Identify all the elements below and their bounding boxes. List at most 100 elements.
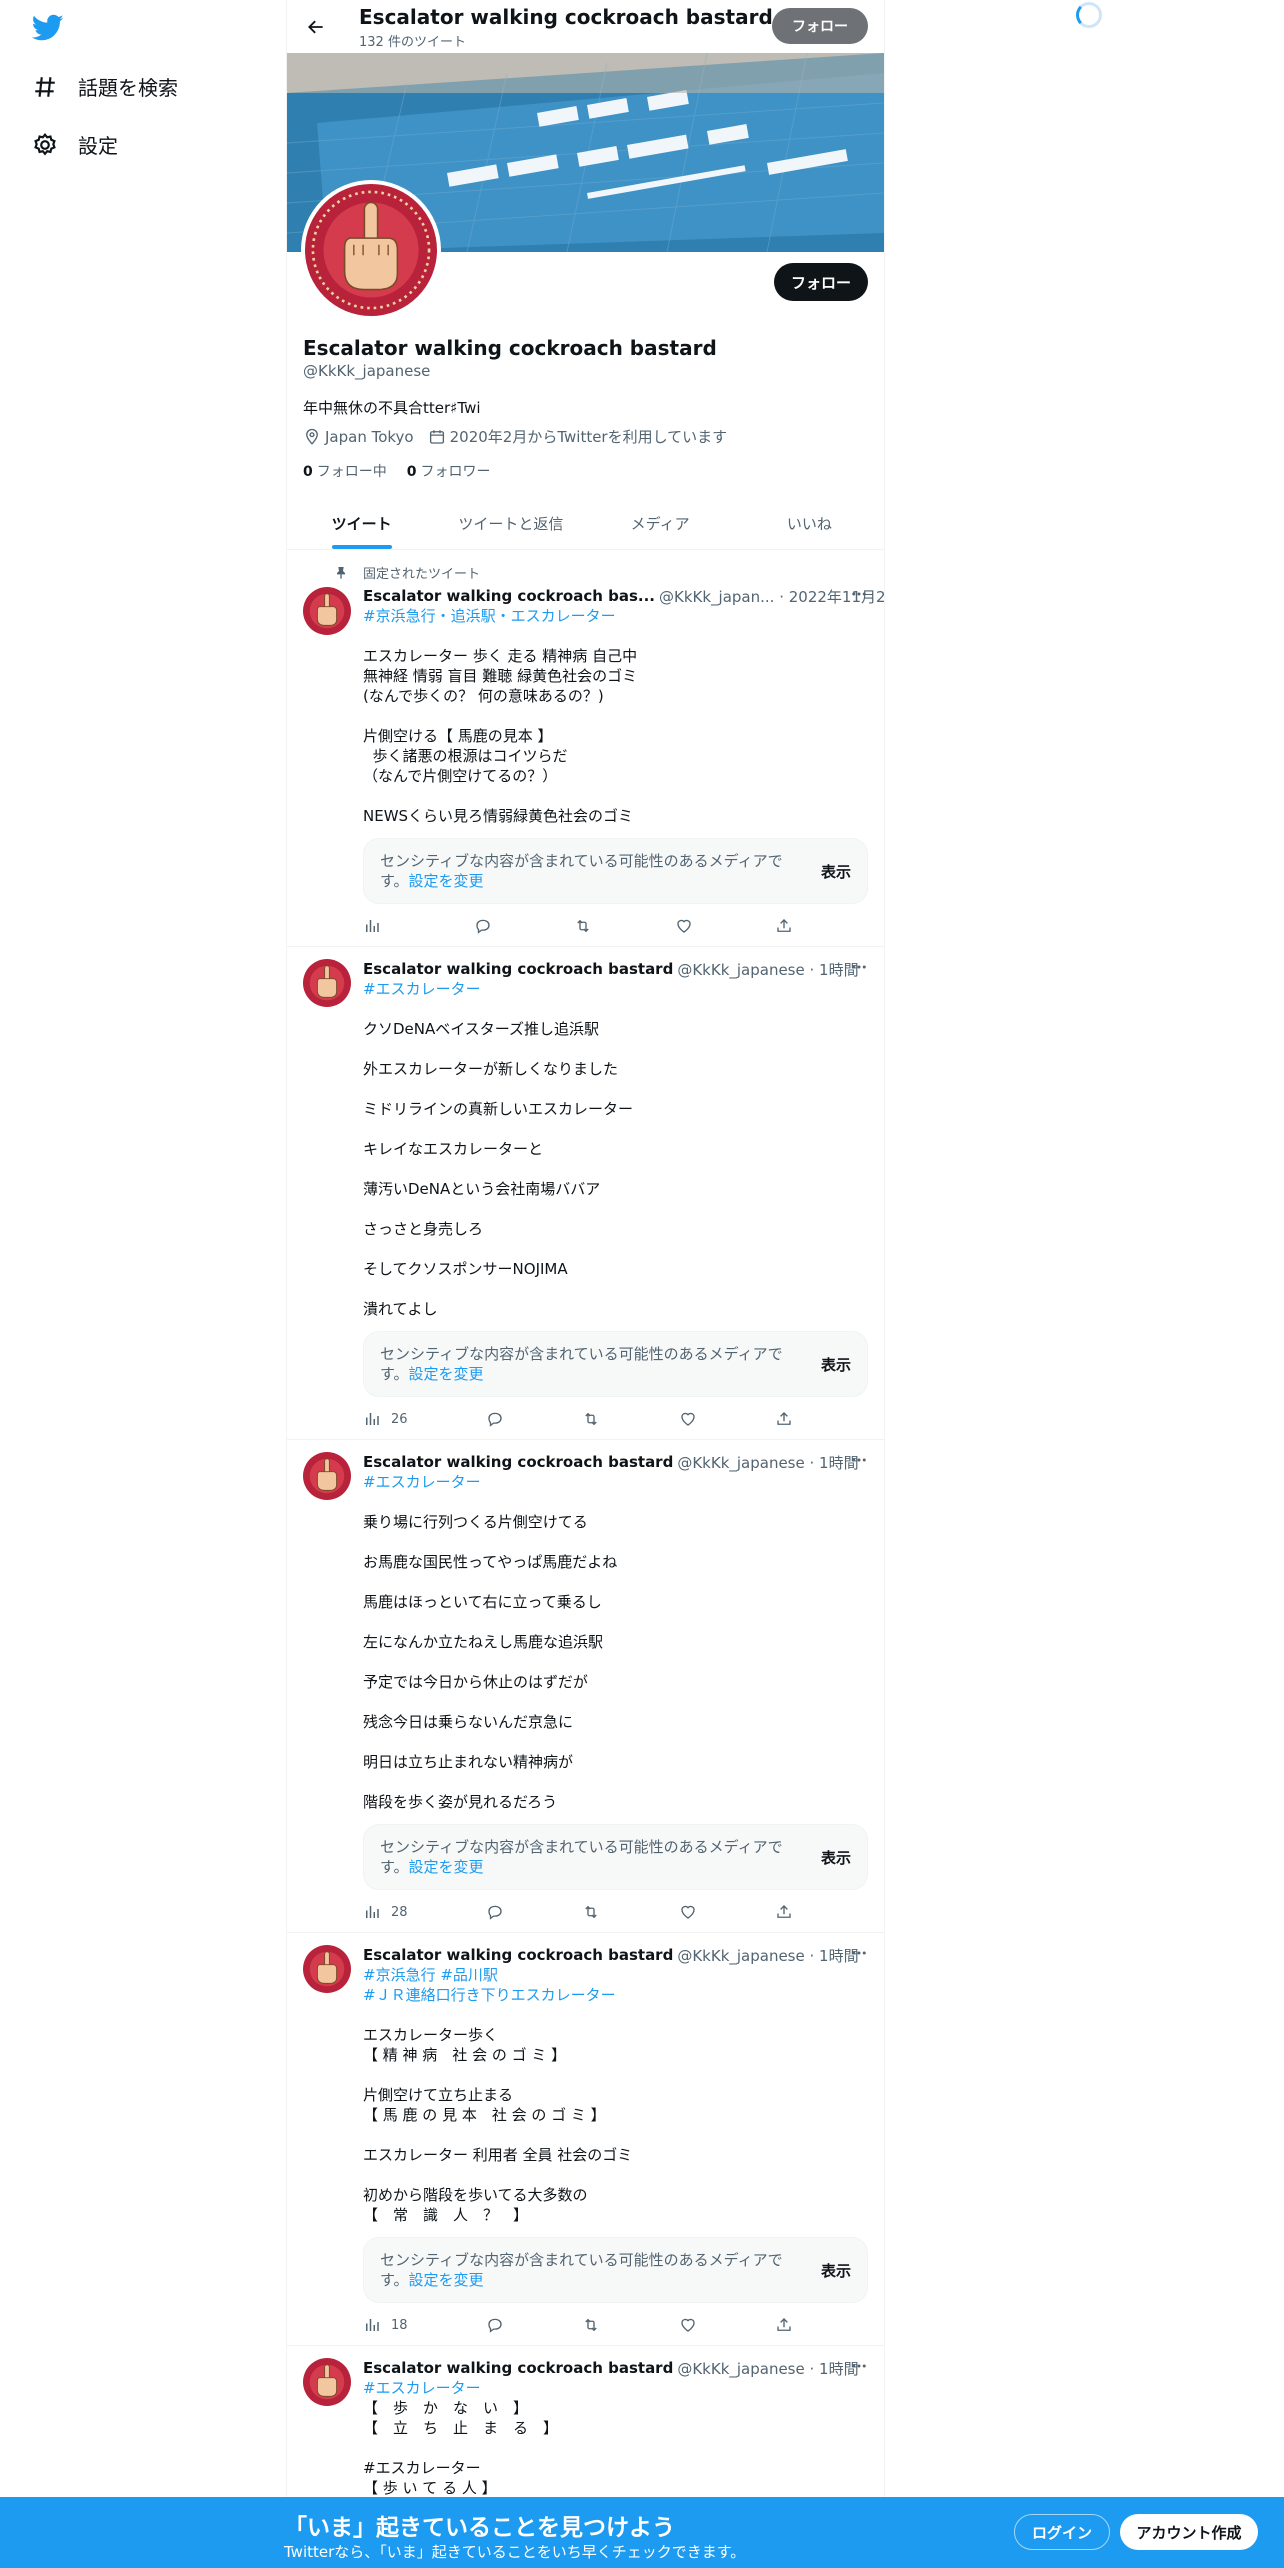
- sensitive-media-notice: センシティブな内容が含まれている可能性のあるメディアです。設定を変更 表示: [363, 1331, 868, 1397]
- nav-explore[interactable]: 話題を検索: [32, 72, 178, 101]
- change-settings-link[interactable]: 設定を変更: [409, 1365, 484, 1383]
- retweet-button[interactable]: [582, 1903, 600, 1921]
- tweet[interactable]: Escalator walking cockroach bastard @KkK…: [287, 947, 884, 1440]
- tweet-hashtags[interactable]: #エスカレーター: [363, 2378, 868, 2398]
- tweet-more-button[interactable]: [850, 2357, 868, 2379]
- reply-button[interactable]: [486, 2316, 504, 2334]
- views-button[interactable]: [363, 917, 391, 935]
- heart-icon: [680, 1412, 695, 1426]
- following-stat[interactable]: 0 フォロー中: [303, 461, 387, 481]
- tab-tweets[interactable]: ツイート: [287, 498, 436, 549]
- tweet-header: Escalator walking cockroach bastard @KkK…: [363, 959, 868, 979]
- tweet-text: クソDeNAベイスターズ推し追浜駅 外エスカレーターが新しくなりました ミドリラ…: [363, 1020, 634, 1318]
- tweet-more-button[interactable]: [850, 585, 868, 607]
- change-settings-link[interactable]: 設定を変更: [409, 872, 484, 890]
- tweet-handle-time[interactable]: @KkKk_japanese · 1時間: [677, 1452, 858, 1473]
- tweet-avatar[interactable]: [303, 1452, 351, 1500]
- tweet-author-name[interactable]: Escalator walking cockroach bastard: [363, 1453, 673, 1471]
- tweet-text: 乗り場に行列つくる片側空けてる お馬鹿な国民性ってやっぱ馬鹿だよね 馬鹿はほっと…: [363, 1513, 618, 1811]
- tab-media[interactable]: メディア: [586, 498, 735, 549]
- retweet-button[interactable]: [582, 2316, 600, 2334]
- nav-settings[interactable]: 設定: [32, 130, 118, 159]
- tweet-more-button[interactable]: [850, 1451, 868, 1473]
- signup-button[interactable]: アカウント作成: [1120, 2514, 1258, 2550]
- more-options-icon: [852, 2364, 866, 2368]
- loading-spinner-icon: [1076, 2, 1102, 28]
- retweet-icon: [585, 2318, 597, 2332]
- tweet-header: Escalator walking cockroach bastard @KkK…: [363, 1945, 868, 1965]
- location-pin-icon: [306, 428, 318, 445]
- profile-header-bar: Escalator walking cockroach bastard 132 …: [287, 0, 884, 53]
- tweet-avatar[interactable]: [303, 959, 351, 1007]
- tweet-avatar[interactable]: [303, 1945, 351, 1993]
- arrow-left-icon: [308, 20, 323, 34]
- profile-tabs: ツイート ツイートと返信 メディア いいね: [287, 498, 884, 550]
- tweet-more-button[interactable]: [850, 1944, 868, 1966]
- views-chart-icon: [366, 1906, 379, 1918]
- profile-handle: @KkKk_japanese: [303, 362, 431, 380]
- tweet-hashtags[interactable]: #エスカレーター: [363, 979, 868, 999]
- like-button[interactable]: [679, 1903, 697, 1921]
- tweet[interactable]: Escalator walking cockroach bastard @KkK…: [287, 2346, 884, 2509]
- reply-button[interactable]: [486, 1903, 504, 1921]
- login-button[interactable]: ログイン: [1014, 2514, 1110, 2550]
- tweet-handle-time[interactable]: @KkKk_japanese · 1時間: [677, 1945, 858, 1966]
- like-button[interactable]: [675, 917, 693, 935]
- show-media-button[interactable]: 表示: [821, 2260, 851, 2281]
- heart-icon: [676, 919, 691, 933]
- show-media-button[interactable]: 表示: [821, 1354, 851, 1375]
- tweet-author-name[interactable]: Escalator walking cockroach bas...: [363, 587, 655, 605]
- reply-icon: [488, 1412, 502, 1427]
- retweet-icon: [585, 1905, 597, 1919]
- tweet-hashtags[interactable]: #エスカレーター: [363, 1472, 868, 1492]
- main-column: Escalator walking cockroach bastard 132 …: [286, 0, 885, 2568]
- profile-avatar[interactable]: [301, 180, 441, 320]
- tweet-more-button[interactable]: [850, 958, 868, 980]
- heart-icon: [680, 1905, 695, 1919]
- tweet-handle-time[interactable]: @KkKk_japanese · 1時間: [677, 2358, 858, 2379]
- tweet-avatar[interactable]: [303, 587, 351, 635]
- tweet-hashtags[interactable]: #京浜急行 #品川駅 #ＪＲ連絡口行き下りエスカレーター: [363, 1965, 868, 2005]
- views-chart-icon: [366, 920, 379, 932]
- pinned-label: 固定されたツイート: [333, 563, 868, 582]
- nav-explore-label: 話題を検索: [78, 76, 178, 100]
- twitter-logo-icon[interactable]: [32, 14, 64, 42]
- profile-location: Japan Tokyo: [303, 428, 414, 446]
- like-button[interactable]: [679, 1410, 697, 1428]
- reply-button[interactable]: [486, 1410, 504, 1428]
- tweet-header: Escalator walking cockroach bastard @KkK…: [363, 1452, 868, 1472]
- tweet-hashtags[interactable]: #京浜急行・追浜駅・エスカレーター: [363, 606, 868, 626]
- tweet-author-name[interactable]: Escalator walking cockroach bastard: [363, 960, 673, 978]
- share-button[interactable]: [775, 2316, 793, 2334]
- views-button[interactable]: 18: [363, 2316, 408, 2334]
- share-button[interactable]: [775, 1903, 793, 1921]
- show-media-button[interactable]: 表示: [821, 1847, 851, 1868]
- views-button[interactable]: 28: [363, 1903, 408, 1921]
- tab-likes[interactable]: いいね: [735, 498, 884, 549]
- tweet[interactable]: 固定されたツイート Escalator walking cockroach ba…: [287, 551, 884, 947]
- change-settings-link[interactable]: 設定を変更: [409, 1858, 484, 1876]
- tab-tweets-and-replies[interactable]: ツイートと返信: [436, 498, 585, 549]
- reply-button[interactable]: [474, 917, 492, 935]
- change-settings-link[interactable]: 設定を変更: [409, 2271, 484, 2289]
- like-button[interactable]: [679, 2316, 697, 2334]
- follow-button[interactable]: フォロー: [774, 263, 868, 301]
- tweet-text: エスカレーター歩く 【 精 神 病 社 会 の ゴ ミ 】 片側空けて立ち止まる…: [363, 2026, 633, 2224]
- header-follow-button[interactable]: フォロー: [772, 8, 868, 44]
- views-button[interactable]: 26: [363, 1410, 408, 1428]
- retweet-button[interactable]: [582, 1410, 600, 1428]
- followers-stat[interactable]: 0 フォロワー: [407, 461, 491, 481]
- share-button[interactable]: [775, 917, 793, 935]
- tweet-avatar[interactable]: [303, 2358, 351, 2406]
- tweet-author-name[interactable]: Escalator walking cockroach bastard: [363, 2359, 673, 2377]
- back-button[interactable]: [299, 12, 333, 42]
- retweet-button[interactable]: [574, 917, 592, 935]
- show-media-button[interactable]: 表示: [821, 861, 851, 882]
- tweet[interactable]: Escalator walking cockroach bastard @KkK…: [287, 1440, 884, 1933]
- header-name: Escalator walking cockroach bastard: [359, 5, 773, 29]
- tweet[interactable]: Escalator walking cockroach bastard @KkK…: [287, 1933, 884, 2346]
- tweet-text: 【 歩 か な い 】 【 立 ち 止 ま る 】 #エスカレーター 【 歩 い…: [363, 2399, 559, 2497]
- tweet-handle-time[interactable]: @KkKk_japanese · 1時間: [677, 959, 858, 980]
- share-button[interactable]: [775, 1410, 793, 1428]
- tweet-author-name[interactable]: Escalator walking cockroach bastard: [363, 1946, 673, 1964]
